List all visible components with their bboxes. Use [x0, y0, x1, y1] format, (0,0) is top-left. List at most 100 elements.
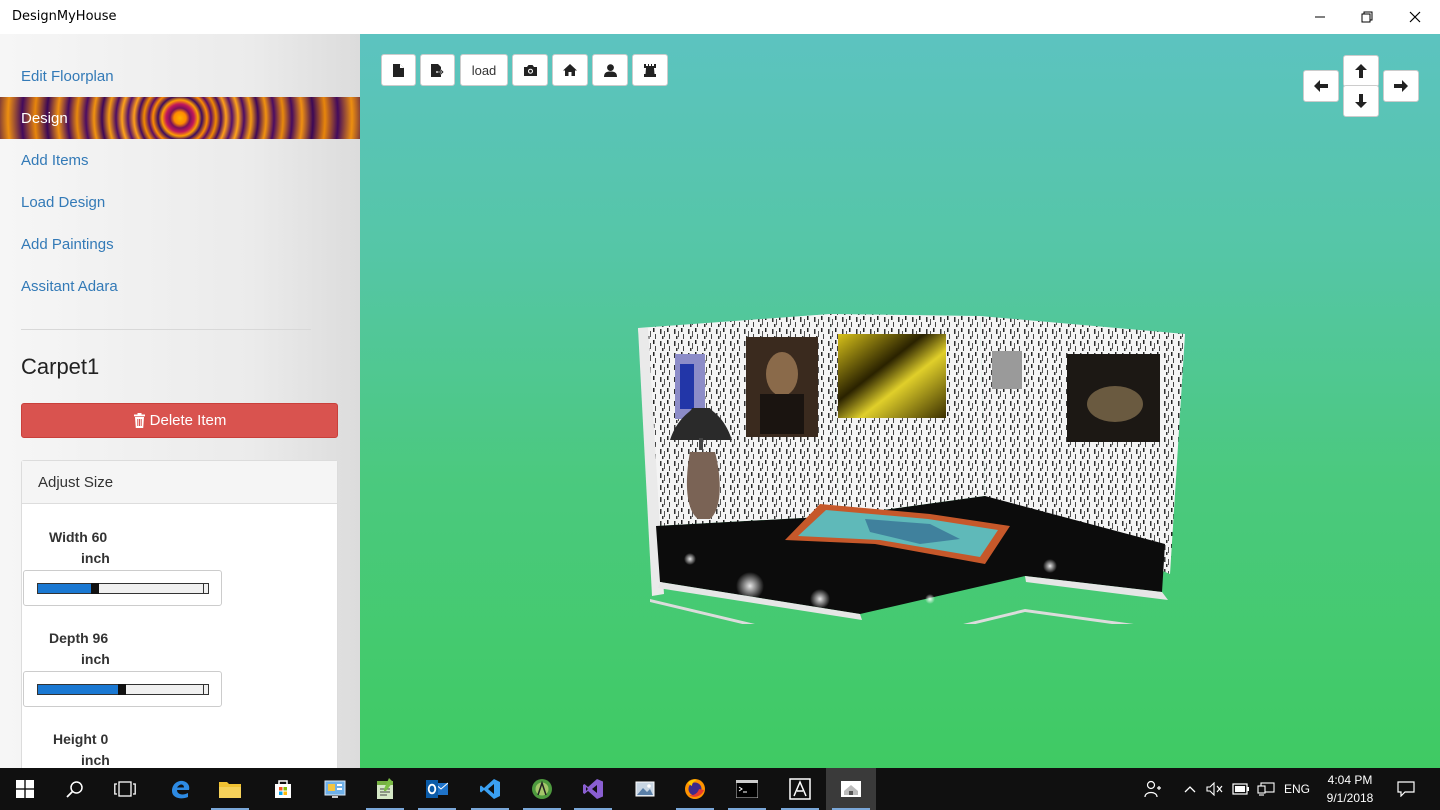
autocad-app[interactable]	[775, 768, 825, 810]
network-button[interactable]	[1254, 768, 1278, 810]
width-slider-track	[37, 583, 209, 594]
notepad-plus-icon	[377, 778, 393, 799]
volume-button[interactable]	[1203, 768, 1227, 810]
folder-icon	[219, 782, 241, 798]
home-view-button[interactable]	[552, 54, 588, 86]
depth-slider-end	[203, 685, 204, 694]
control-panel-app[interactable]	[310, 768, 360, 810]
photos-icon	[635, 781, 655, 797]
width-slider[interactable]	[23, 570, 222, 606]
minimize-button[interactable]	[1297, 0, 1343, 34]
file-export-icon	[431, 63, 444, 77]
width-slider-thumb[interactable]	[90, 583, 99, 594]
store-icon	[275, 780, 291, 798]
people-button[interactable]	[1138, 768, 1168, 810]
sidebar-item-add-paintings[interactable]: Add Paintings	[0, 223, 360, 265]
height-unit: inch	[81, 752, 110, 768]
file-icon	[393, 63, 404, 77]
arrow-down-icon	[1355, 94, 1367, 108]
visual-studio-app[interactable]	[568, 768, 618, 810]
firefox-app[interactable]	[670, 768, 720, 810]
sidebar-item-assistant-adara[interactable]: Assitant Adara	[0, 265, 360, 307]
close-button[interactable]	[1392, 0, 1438, 34]
show-hidden-icons-button[interactable]	[1178, 768, 1202, 810]
sidebar-item-edit-floorplan[interactable]: Edit Floorplan	[0, 55, 360, 97]
height-label: Height 0 inch	[26, 729, 136, 768]
depth-slider-fill	[38, 685, 118, 694]
volume-muted-icon	[1206, 782, 1223, 796]
adjust-size-panel: Adjust Size Width 60 inch Depth 96 inch	[21, 460, 338, 768]
pan-up-button[interactable]	[1343, 55, 1379, 87]
android-studio-icon	[532, 779, 552, 799]
width-value: Width 60	[49, 529, 108, 545]
restore-button[interactable]	[1344, 0, 1390, 34]
task-view-icon	[114, 781, 136, 797]
user-icon	[603, 63, 617, 77]
windows-icon	[16, 780, 34, 798]
sidebar-item-design[interactable]: Design	[0, 97, 360, 139]
outlook-app[interactable]	[412, 768, 462, 810]
top-view-button[interactable]	[632, 54, 668, 86]
adjust-size-heading: Adjust Size	[22, 461, 337, 504]
save-file-button[interactable]	[420, 54, 455, 86]
pan-down-button[interactable]	[1343, 85, 1379, 117]
clock-date: 9/1/2018	[1326, 791, 1374, 805]
camera-icon	[523, 64, 537, 76]
minimize-icon	[1315, 16, 1325, 18]
terminal-app[interactable]	[722, 768, 772, 810]
delete-item-button[interactable]: Delete Item	[21, 403, 338, 438]
close-icon	[1409, 11, 1421, 23]
depth-unit: inch	[81, 651, 110, 667]
search-button[interactable]	[50, 768, 100, 810]
taskbar: ENG 4:04 PM 9/1/2018	[0, 768, 1440, 810]
chevron-up-icon	[1184, 786, 1196, 793]
width-label: Width 60 inch	[26, 527, 136, 569]
pan-left-button[interactable]	[1303, 70, 1339, 102]
depth-label: Depth 96 inch	[26, 628, 136, 670]
notepad-plus-app[interactable]	[360, 768, 410, 810]
edge-app[interactable]	[155, 768, 205, 810]
network-icon	[1257, 782, 1275, 796]
depth-slider-track	[37, 684, 209, 695]
pan-right-button[interactable]	[1383, 70, 1419, 102]
load-button[interactable]: load	[460, 54, 508, 86]
visual-studio-icon	[583, 779, 603, 799]
arrow-up-icon	[1355, 64, 1367, 78]
height-value: Height 0	[53, 731, 109, 747]
vscode-app[interactable]	[465, 768, 515, 810]
edge-icon	[172, 780, 190, 799]
language-indicator[interactable]: ENG	[1280, 768, 1314, 810]
store-app[interactable]	[258, 768, 308, 810]
divider	[21, 329, 311, 330]
start-button[interactable]	[0, 768, 50, 810]
clock-time: 4:04 PM	[1327, 773, 1373, 787]
room-3d-scene[interactable]	[630, 304, 1190, 624]
android-studio-app[interactable]	[517, 768, 567, 810]
battery-icon	[1232, 783, 1249, 795]
file-explorer-app[interactable]	[205, 768, 255, 810]
clock[interactable]: 4:04 PM 9/1/2018	[1318, 771, 1382, 807]
depth-slider[interactable]	[23, 671, 222, 707]
design-my-house-app[interactable]	[826, 768, 876, 810]
outlook-icon	[426, 780, 448, 798]
sidebar-item-load-design[interactable]: Load Design	[0, 181, 360, 223]
arrow-left-icon	[1314, 80, 1328, 92]
depth-slider-thumb[interactable]	[117, 684, 126, 695]
photos-app[interactable]	[620, 768, 670, 810]
width-unit: inch	[81, 550, 110, 566]
firefox-icon	[685, 779, 705, 799]
painting-small-grey	[992, 351, 1022, 389]
tower-icon	[644, 63, 656, 77]
new-file-button[interactable]	[381, 54, 416, 86]
depth-value: Depth 96	[49, 630, 109, 646]
width-slider-end	[203, 584, 204, 593]
notification-icon	[1397, 781, 1415, 797]
battery-button[interactable]	[1229, 768, 1253, 810]
action-center-button[interactable]	[1388, 768, 1424, 810]
person-view-button[interactable]	[592, 54, 628, 86]
painting-gold-abstract	[838, 334, 946, 418]
sidebar-item-add-items[interactable]: Add Items	[0, 139, 360, 181]
task-view-button[interactable]	[100, 768, 150, 810]
screenshot-button[interactable]	[512, 54, 548, 86]
3d-viewport[interactable]: load	[360, 34, 1440, 768]
